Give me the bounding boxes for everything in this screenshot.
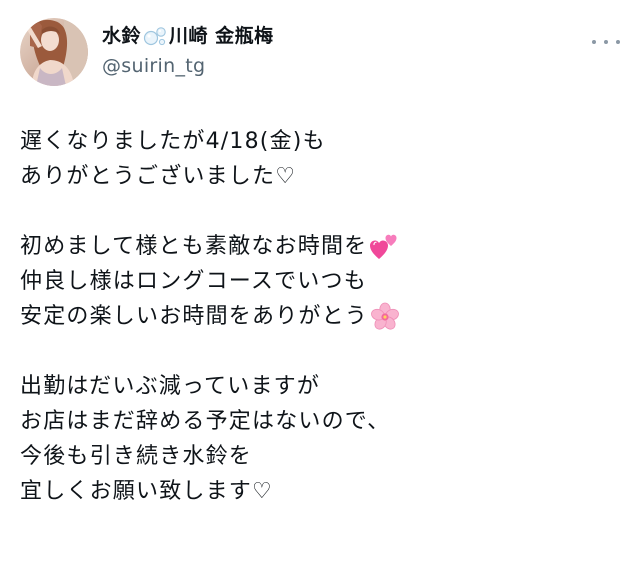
tweet-line-text: 仲良し様はロングコースでいつも	[20, 269, 367, 294]
display-name-part1: 水鈴	[102, 25, 142, 47]
cherry-blossom-emoji-icon	[370, 302, 400, 332]
tweet-line: 仲良し様はロングコースでいつも	[20, 264, 620, 299]
more-dots-icon	[604, 40, 608, 44]
tweet-card: 水鈴 川崎 金瓶梅 @suirin_tg 遅くなりましたが4/18(金)も あり…	[0, 0, 640, 576]
tweet-line: 安定の楽しいお時間をありがとう	[20, 299, 620, 334]
author-identity: 水鈴 川崎 金瓶梅 @suirin_tg	[102, 24, 274, 78]
tweet-line-text: 宜しくお願い致します♡	[20, 479, 273, 504]
tweet-line-text: 出勤はだいぶ減っていますが	[20, 374, 321, 399]
tweet-line-text: 初めまして様とも素敵なお時間を	[20, 234, 368, 259]
display-name-part2: 川崎 金瓶梅	[169, 25, 274, 47]
tweet-line: 出勤はだいぶ減っていますが	[20, 369, 620, 404]
two-hearts-emoji-icon	[369, 232, 399, 262]
tweet-line: 今後も引き続き水鈴を	[20, 439, 620, 474]
tweet-line: 宜しくお願い致します♡	[20, 474, 620, 509]
tweet-line-text: ありがとうございました♡	[20, 164, 297, 189]
tweet-line: ありがとうございました♡	[20, 159, 620, 194]
more-dots-icon	[592, 40, 596, 44]
tweet-line-text: お店はまだ辞める予定はないので、	[20, 409, 391, 434]
tweet-line-text: 今後も引き続き水鈴を	[20, 444, 253, 469]
user-handle[interactable]: @suirin_tg	[102, 54, 274, 78]
tweet-header: 水鈴 川崎 金瓶梅 @suirin_tg	[20, 18, 620, 88]
tweet-line: 初めまして様とも素敵なお時間を	[20, 229, 620, 264]
more-options-button[interactable]	[592, 32, 620, 52]
display-name[interactable]: 水鈴 川崎 金瓶梅	[102, 24, 274, 48]
tweet-line-text: 安定の楽しいお時間をありがとう	[20, 304, 369, 329]
avatar-photo-icon	[20, 18, 88, 86]
tweet-line-text: 遅くなりましたが4/18(金)も	[20, 129, 326, 154]
avatar[interactable]	[20, 18, 88, 86]
more-dots-icon	[616, 40, 620, 44]
tweet-line: お店はまだ辞める予定はないので、	[20, 404, 620, 439]
bubbles-icon	[143, 25, 167, 47]
tweet-text: 遅くなりましたが4/18(金)も ありがとうございました♡ 初めまして様とも素敵…	[20, 124, 620, 509]
tweet-line: 遅くなりましたが4/18(金)も	[20, 124, 620, 159]
